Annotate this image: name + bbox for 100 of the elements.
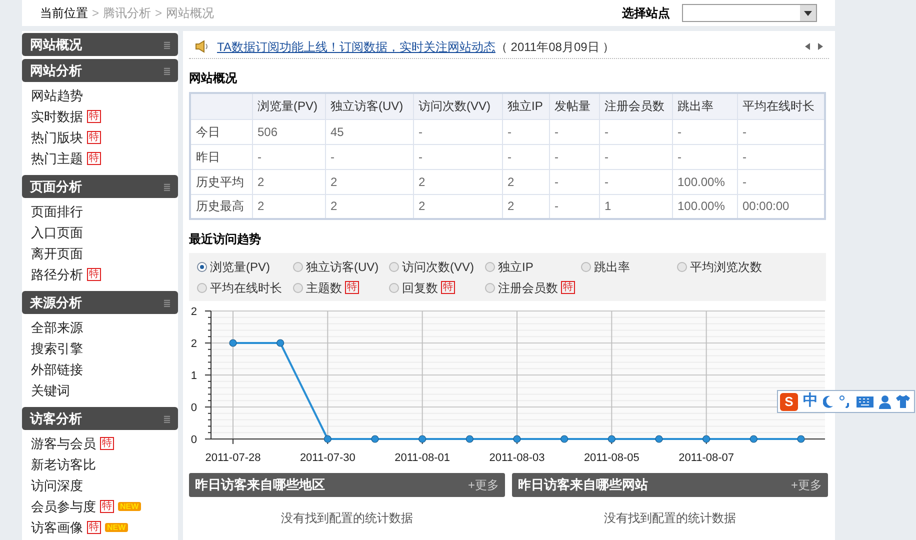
sidebar-section-header[interactable]: 网站概况 xyxy=(22,33,178,56)
more-link[interactable]: +更多 xyxy=(790,476,822,494)
data-point xyxy=(324,435,332,443)
sidebar-item[interactable]: 新老访客比 xyxy=(31,454,96,474)
sidebar-item[interactable]: 外部链接 xyxy=(31,360,83,380)
feature-badge: 特 xyxy=(87,110,101,123)
option-label[interactable]: 独立IP xyxy=(498,258,534,276)
sidebar-section-header[interactable]: 网站分析 xyxy=(22,59,178,82)
grip-icon xyxy=(164,298,170,306)
next-arrow-icon[interactable] xyxy=(818,43,823,50)
y-axis-label: 0 xyxy=(190,434,197,446)
row-header: 历史平均 xyxy=(190,169,252,194)
radio-button[interactable] xyxy=(581,262,591,272)
breadcrumb-label: 当前位置 xyxy=(40,5,88,22)
feature-badge: 特 xyxy=(87,152,101,165)
feature-badge: 特 xyxy=(87,521,101,534)
data-point xyxy=(418,435,426,443)
option-label[interactable]: 主题数 xyxy=(306,278,342,296)
site-select-field[interactable] xyxy=(682,4,817,22)
table-cell: - xyxy=(502,119,549,144)
sidebar-item[interactable]: 全部来源 xyxy=(31,318,83,338)
empty-message: 没有找到配置的统计数据 xyxy=(281,510,413,527)
column-header: 跳出率 xyxy=(672,93,737,119)
option-label[interactable]: 跳出率 xyxy=(594,258,630,276)
table-cell: - xyxy=(672,119,737,144)
sidebar-section-header[interactable]: 来源分析 xyxy=(22,291,178,314)
sidebar-item[interactable]: 路径分析 xyxy=(31,264,83,284)
radio-button[interactable] xyxy=(389,262,399,272)
sidebar-item[interactable]: 热门版块 xyxy=(31,128,83,148)
data-point xyxy=(655,435,663,443)
radio-button[interactable] xyxy=(293,282,303,292)
radio-button[interactable] xyxy=(485,262,495,272)
breadcrumb-separator: > xyxy=(92,5,100,22)
column-header: 浏览量(PV) xyxy=(252,93,325,119)
radio-button[interactable] xyxy=(389,282,399,292)
feature-badge: 特 xyxy=(100,437,114,450)
option-label[interactable]: 平均在线时长 xyxy=(210,278,282,296)
previous-arrow-icon[interactable] xyxy=(805,43,810,50)
table-cell: 2 xyxy=(502,169,549,194)
data-point xyxy=(276,339,284,347)
more-link[interactable]: +更多 xyxy=(468,476,499,494)
table-cell: - xyxy=(599,119,672,144)
new-badge: NEW xyxy=(105,523,128,532)
radio-button[interactable] xyxy=(677,262,687,272)
sidebar-section-header[interactable]: 页面分析 xyxy=(22,175,178,198)
sidebar-item[interactable]: 入口页面 xyxy=(31,222,83,242)
section-title: 网站概况 xyxy=(189,70,238,87)
table-cell: 2 xyxy=(413,169,502,194)
radio-button[interactable] xyxy=(293,262,303,272)
feature-badge: 特 xyxy=(100,500,114,513)
y-axis-label: 1 xyxy=(190,370,197,382)
sidebar-item[interactable]: 搜索引擎 xyxy=(31,338,83,358)
section-title: 最近访问趋势 xyxy=(189,231,262,248)
ime-mode-toggle[interactable]: 中 xyxy=(803,390,818,413)
option-label[interactable]: 浏览量(PV) xyxy=(210,258,270,276)
sidebar-item[interactable]: 热门主题 xyxy=(31,148,83,168)
data-point xyxy=(371,435,379,443)
user-icon[interactable] xyxy=(879,394,891,408)
site-selector-label: 选择站点 xyxy=(622,5,670,22)
sidebar-section-header[interactable]: 访客分析 xyxy=(22,407,178,430)
table-cell: - xyxy=(413,144,502,169)
punctuation-icon[interactable] xyxy=(839,395,851,408)
panel-title: 昨日访客来自哪些网站 xyxy=(518,476,648,494)
shirt-icon[interactable] xyxy=(896,395,910,408)
x-axis-label: 2011-08-03 xyxy=(489,452,545,464)
table-cell: - xyxy=(502,144,549,169)
option-label[interactable]: 平均浏览次数 xyxy=(690,258,762,276)
sidebar-item[interactable]: 关键词 xyxy=(31,380,70,400)
option-label[interactable]: 注册会员数 xyxy=(498,278,558,296)
data-point xyxy=(797,435,805,443)
option-label[interactable]: 访问次数(VV) xyxy=(402,258,474,276)
table-cell: - xyxy=(599,144,672,169)
sidebar-item[interactable]: 访客画像 xyxy=(31,518,83,538)
x-axis-label: 2011-07-28 xyxy=(205,452,261,464)
radio-button[interactable] xyxy=(197,282,207,292)
sidebar-item[interactable]: 访问深度 xyxy=(31,476,83,496)
sidebar-item[interactable]: 页面排行 xyxy=(31,202,83,222)
table-cell: - xyxy=(599,169,672,194)
option-label[interactable]: 独立访客(UV) xyxy=(306,258,379,276)
table-cell: 2 xyxy=(252,169,325,194)
y-axis-label: 2 xyxy=(190,306,197,318)
ime-logo: S xyxy=(780,392,798,410)
sidebar-item[interactable]: 离开页面 xyxy=(31,244,83,264)
notice-date: （ 2011年08月09日 ） xyxy=(495,38,615,56)
keyboard-icon[interactable] xyxy=(856,396,874,408)
option-label[interactable]: 回复数 xyxy=(402,278,438,296)
notice-link[interactable]: TA数据订阅功能上线！订阅数据，实时关注网站动态 xyxy=(217,38,496,56)
data-point xyxy=(560,435,568,443)
moon-icon[interactable] xyxy=(823,395,834,408)
grip-icon xyxy=(164,182,170,190)
radio-button[interactable] xyxy=(197,262,207,272)
sidebar-item[interactable]: 网站趋势 xyxy=(31,86,83,106)
table-cell: - xyxy=(549,144,599,169)
table-cell: - xyxy=(325,144,413,169)
sidebar-item[interactable]: 会员参与度 xyxy=(31,496,96,516)
sidebar-item[interactable]: 实时数据 xyxy=(31,106,83,126)
panel-title: 昨日访客来自哪些地区 xyxy=(195,476,325,494)
x-axis-label: 2011-08-01 xyxy=(394,452,450,464)
sidebar-item[interactable]: 游客与会员 xyxy=(31,434,96,454)
radio-button[interactable] xyxy=(485,282,495,292)
